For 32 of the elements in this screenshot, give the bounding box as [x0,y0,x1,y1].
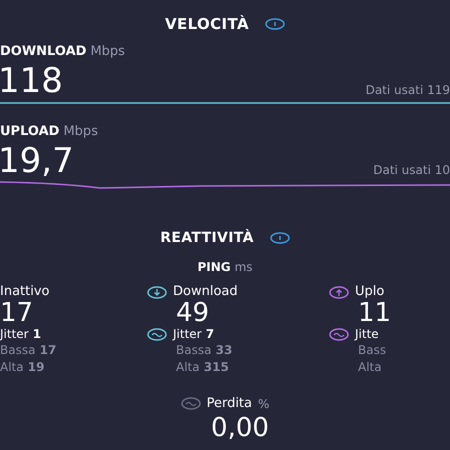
ping-value: 11 [358,300,392,326]
test-label: UPLOAD [0,123,60,141]
jitter-text: Jitter 7 [173,326,214,343]
ping-label: Inattivo [0,283,50,302]
high-text: Alta 19 [0,359,46,376]
ping-value: 49 [176,300,210,326]
jitter-text: Jitte [355,326,379,343]
unit-label: Mbps [63,123,98,141]
low-text: Bassa 33 [176,342,234,359]
loss-label: Perdita [206,395,252,413]
unit-label: % [258,396,270,413]
high-text: Alta [358,359,383,376]
ping-value: 17 [0,300,34,326]
info-icon[interactable] [270,232,290,244]
info-icon[interactable] [264,18,285,30]
low-text: Bass [358,342,388,359]
test-label: DOWNLOAD [0,43,86,61]
speed-value: 118 [0,62,63,100]
unit-label: ms [234,259,253,276]
data-used: Dati usati 10 [373,162,450,179]
section-title: VELOCITÀ [165,14,249,35]
ping-label: Uplo [355,283,384,302]
speed-value: 19,7 [0,142,74,180]
ping-label: PING [197,259,231,276]
high-text: Alta 315 [176,359,230,376]
unit-label: Mbps [90,43,125,61]
data-used: Dati usati 119 [366,82,450,99]
loss-value: 0,00 [211,414,269,442]
wave-icon [180,397,201,410]
ping-label: Download [173,283,238,302]
section-title: REATTIVITÀ [160,228,254,248]
low-text: Bassa 17 [0,342,58,359]
